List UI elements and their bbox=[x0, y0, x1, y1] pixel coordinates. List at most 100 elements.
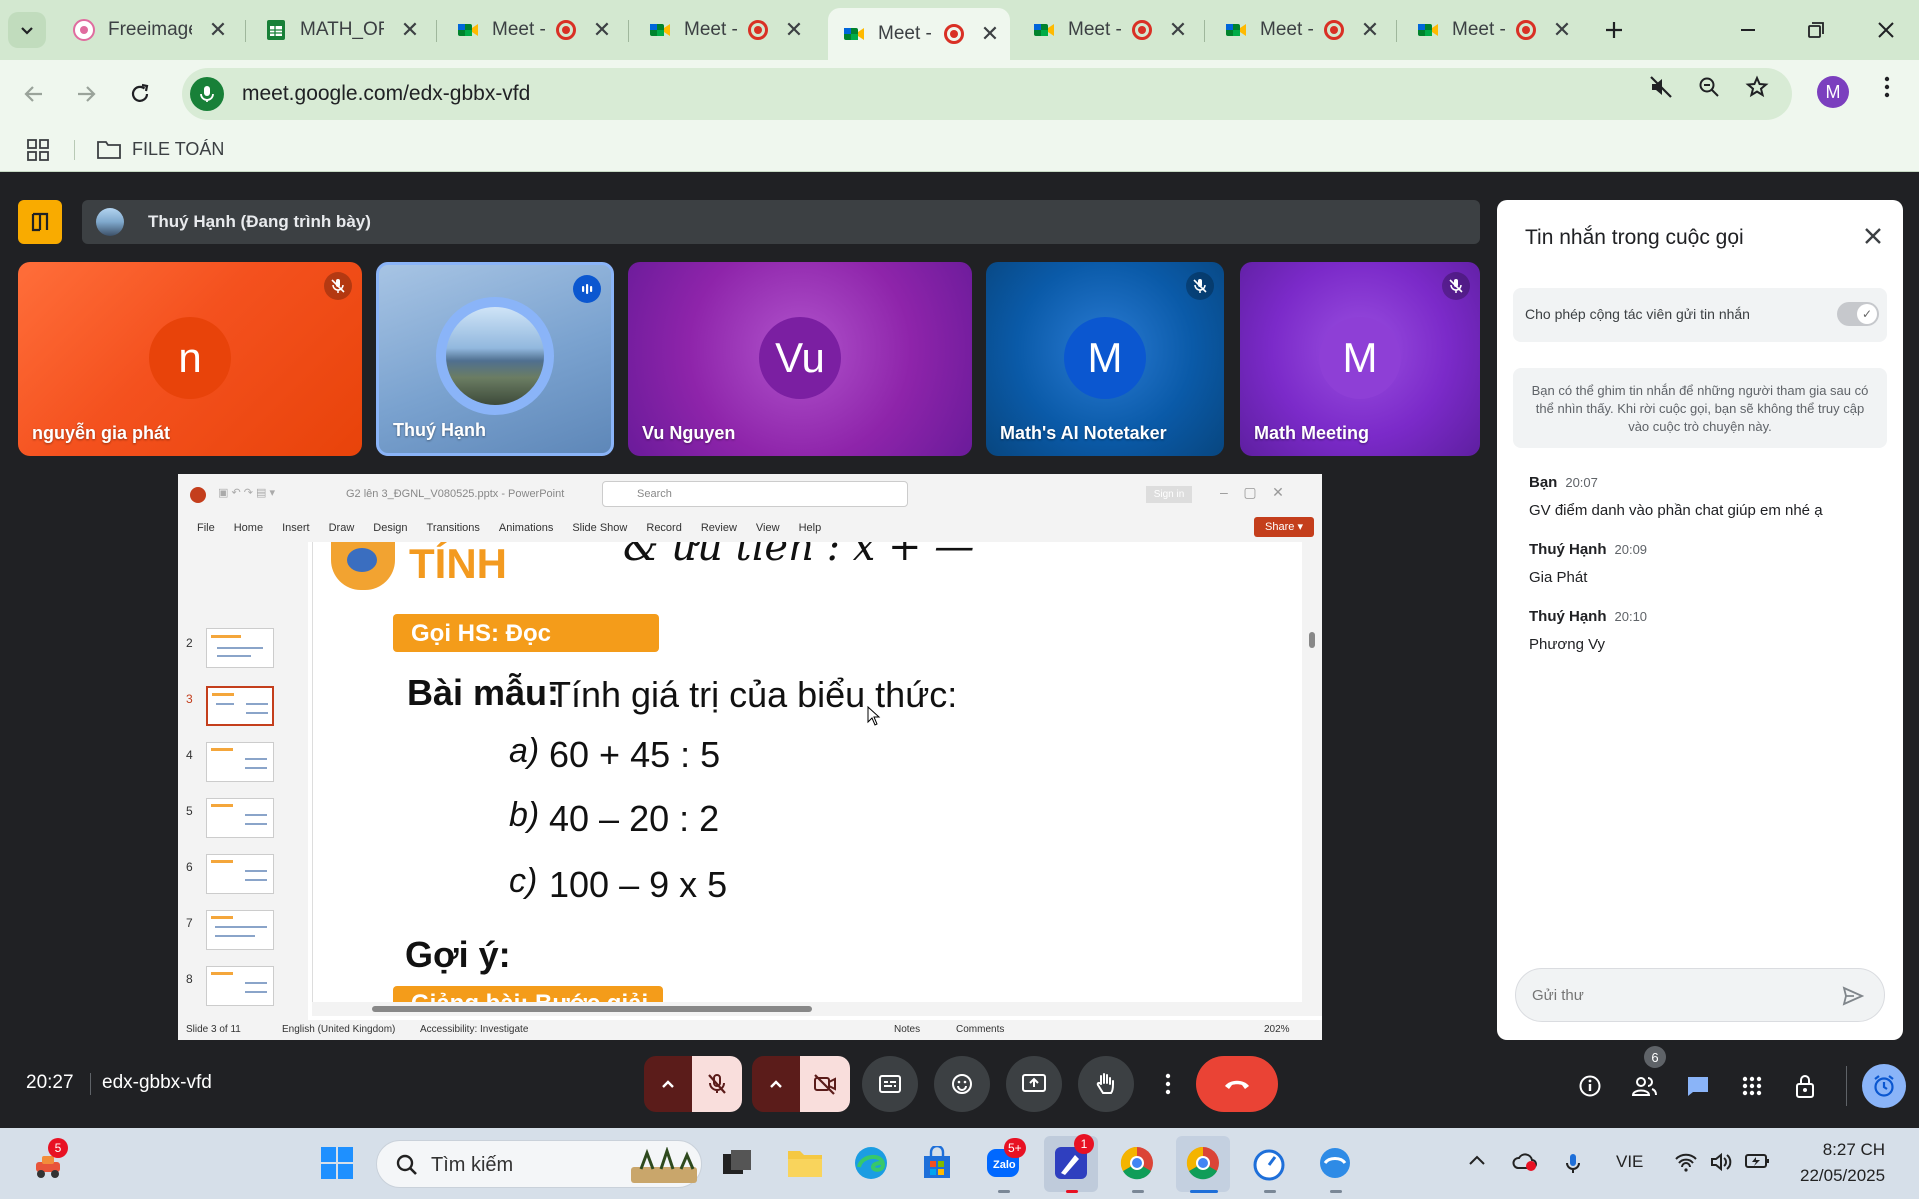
messenger-app-button[interactable] bbox=[1314, 1142, 1356, 1184]
restore-button[interactable] bbox=[1796, 12, 1836, 48]
tab-meet-1[interactable]: Meet - ✕ bbox=[442, 8, 622, 52]
tab-muted-button[interactable] bbox=[1642, 68, 1680, 106]
tab-close-icon[interactable]: ✕ bbox=[980, 21, 1000, 47]
tab-meet-5[interactable]: Meet - ✕ bbox=[1402, 8, 1582, 52]
host-controls-button[interactable] bbox=[1786, 1066, 1826, 1106]
send-button[interactable] bbox=[1840, 983, 1866, 1009]
site-mic-icon[interactable] bbox=[190, 77, 224, 111]
presentation-layout-button[interactable] bbox=[18, 200, 62, 244]
taskbar-clock[interactable]: 8:27 CH 22/05/2025 bbox=[1800, 1140, 1885, 1186]
cloud-sync-icon[interactable] bbox=[1512, 1152, 1538, 1177]
reload-icon bbox=[131, 83, 149, 102]
meet-favicon-icon bbox=[1418, 24, 1438, 36]
slide-label-goi-hs: Gọi HS: Đọc bbox=[393, 614, 659, 652]
apps-grid-icon[interactable] bbox=[26, 138, 50, 162]
wifi-icon[interactable] bbox=[1674, 1152, 1698, 1177]
tab-meet-2[interactable]: Meet - ✕ bbox=[634, 8, 814, 52]
activities-button[interactable] bbox=[1732, 1066, 1772, 1106]
task-view-button[interactable] bbox=[716, 1142, 758, 1184]
camera-options-button[interactable] bbox=[752, 1056, 800, 1112]
volume-icon[interactable] bbox=[1710, 1152, 1734, 1177]
ppt-menu-item: Slide Show bbox=[572, 522, 628, 534]
tab-close-icon[interactable]: ✕ bbox=[1360, 17, 1380, 43]
control-separator bbox=[1846, 1066, 1847, 1106]
hand-icon bbox=[1096, 1073, 1114, 1094]
zoom-button[interactable] bbox=[1690, 68, 1728, 106]
participant-tile-speaking[interactable]: Thuý Hạnh bbox=[376, 262, 614, 456]
tab-close-icon[interactable]: ✕ bbox=[208, 17, 228, 43]
more-options-button[interactable] bbox=[1150, 1056, 1186, 1112]
tab-close-icon[interactable]: ✕ bbox=[784, 17, 804, 43]
status-notes: Notes bbox=[894, 1024, 921, 1035]
taskbar-search[interactable]: Tìm kiếm bbox=[376, 1140, 702, 1188]
chrome-profile-m-button[interactable] bbox=[1182, 1142, 1224, 1184]
chat-message-input[interactable] bbox=[1532, 983, 1822, 1007]
tab-meet-4[interactable]: Meet - ✕ bbox=[1210, 8, 1390, 52]
ppt-share-label: Share bbox=[1265, 521, 1295, 533]
timer-app-button[interactable] bbox=[1248, 1142, 1290, 1184]
ppt-window-controls: – ▢ ✕ bbox=[1220, 484, 1284, 500]
minimize-button[interactable] bbox=[1728, 12, 1768, 48]
forward-button[interactable] bbox=[66, 74, 106, 114]
freeimage-favicon-icon bbox=[73, 19, 95, 41]
microphone-toggle-button[interactable] bbox=[692, 1056, 742, 1112]
reload-button[interactable] bbox=[120, 74, 160, 114]
tab-math-ori[interactable]: MATH_ORI ✕ bbox=[250, 8, 430, 52]
ppt-menu-item: Record bbox=[646, 522, 682, 534]
store-button[interactable] bbox=[916, 1142, 958, 1184]
tab-close-icon[interactable]: ✕ bbox=[1168, 17, 1188, 43]
tab-close-icon[interactable]: ✕ bbox=[1552, 17, 1572, 43]
participant-tile[interactable]: n nguyễn gia phát bbox=[18, 262, 362, 456]
mic-options-button[interactable] bbox=[644, 1056, 692, 1112]
address-bar[interactable]: meet.google.com/edx-gbbx-vfd bbox=[182, 68, 1792, 120]
present-screen-button[interactable] bbox=[1006, 1056, 1062, 1112]
bookmarks-bar: FILE TOÁN bbox=[0, 128, 1919, 172]
browser-menu-button[interactable] bbox=[1868, 68, 1906, 106]
battery-icon[interactable] bbox=[1744, 1152, 1770, 1175]
new-tab-button[interactable] bbox=[1594, 12, 1634, 48]
tab-close-icon[interactable]: ✕ bbox=[400, 17, 420, 43]
expression: 100 – 9 x 5 bbox=[549, 864, 728, 905]
chat-panel-title: Tin nhắn trong cuộc gọi bbox=[1525, 226, 1744, 249]
slide-thumbnail bbox=[206, 628, 274, 668]
tab-close-icon[interactable]: ✕ bbox=[592, 17, 612, 43]
participant-tile[interactable]: M Math's AI Notetaker bbox=[986, 262, 1224, 456]
bookmark-folder-file-toan[interactable]: FILE TOÁN bbox=[96, 138, 224, 160]
end-call-icon bbox=[1225, 1080, 1249, 1089]
ppt-thumbnail-pane: 2 3 4 5 6 7 8 9 10 bbox=[178, 542, 308, 1040]
allow-messages-toggle[interactable]: ✓ bbox=[1837, 302, 1879, 326]
minimize-icon bbox=[1741, 29, 1755, 31]
microphone-tray-icon[interactable] bbox=[1564, 1152, 1582, 1181]
input-language[interactable]: VIE bbox=[1616, 1152, 1643, 1172]
tab-title: Freeimage bbox=[108, 19, 192, 40]
participant-name: Math's AI Notetaker bbox=[1000, 423, 1167, 443]
timer-button[interactable] bbox=[1862, 1064, 1906, 1108]
participant-tile[interactable]: M Math Meeting bbox=[1240, 262, 1480, 456]
back-button[interactable] bbox=[14, 74, 54, 114]
camera-toggle-button[interactable] bbox=[800, 1056, 850, 1112]
profile-avatar[interactable]: M bbox=[1817, 76, 1849, 108]
bookmark-star-button[interactable] bbox=[1738, 68, 1776, 106]
raise-hand-button[interactable] bbox=[1078, 1056, 1134, 1112]
tab-separator bbox=[1396, 20, 1397, 42]
edge-button[interactable] bbox=[850, 1142, 892, 1184]
meeting-details-button[interactable] bbox=[1570, 1066, 1610, 1106]
ppt-horizontal-scrollbar bbox=[312, 1002, 1302, 1016]
tray-overflow-icon[interactable] bbox=[1468, 1152, 1486, 1172]
captions-button[interactable] bbox=[862, 1056, 918, 1112]
chat-button[interactable] bbox=[1678, 1066, 1718, 1106]
file-explorer-button[interactable] bbox=[784, 1142, 826, 1184]
people-button[interactable] bbox=[1624, 1066, 1664, 1106]
expression: 60 + 45 : 5 bbox=[549, 734, 721, 775]
start-button[interactable] bbox=[316, 1142, 358, 1184]
chrome-profile-b-button[interactable] bbox=[1116, 1142, 1158, 1184]
reactions-button[interactable] bbox=[934, 1056, 990, 1112]
tab-freeimage[interactable]: Freeimage ✕ bbox=[58, 8, 238, 52]
tab-search-button[interactable] bbox=[8, 12, 46, 48]
participant-tile[interactable]: Vu Vu Nguyen bbox=[628, 262, 972, 456]
close-window-button[interactable] bbox=[1866, 12, 1906, 48]
leave-call-button[interactable] bbox=[1196, 1056, 1278, 1112]
close-chat-button[interactable] bbox=[1859, 222, 1887, 250]
tab-meet-active[interactable]: Meet - ✕ bbox=[828, 8, 1010, 60]
tab-meet-3[interactable]: Meet - ✕ bbox=[1018, 8, 1198, 52]
